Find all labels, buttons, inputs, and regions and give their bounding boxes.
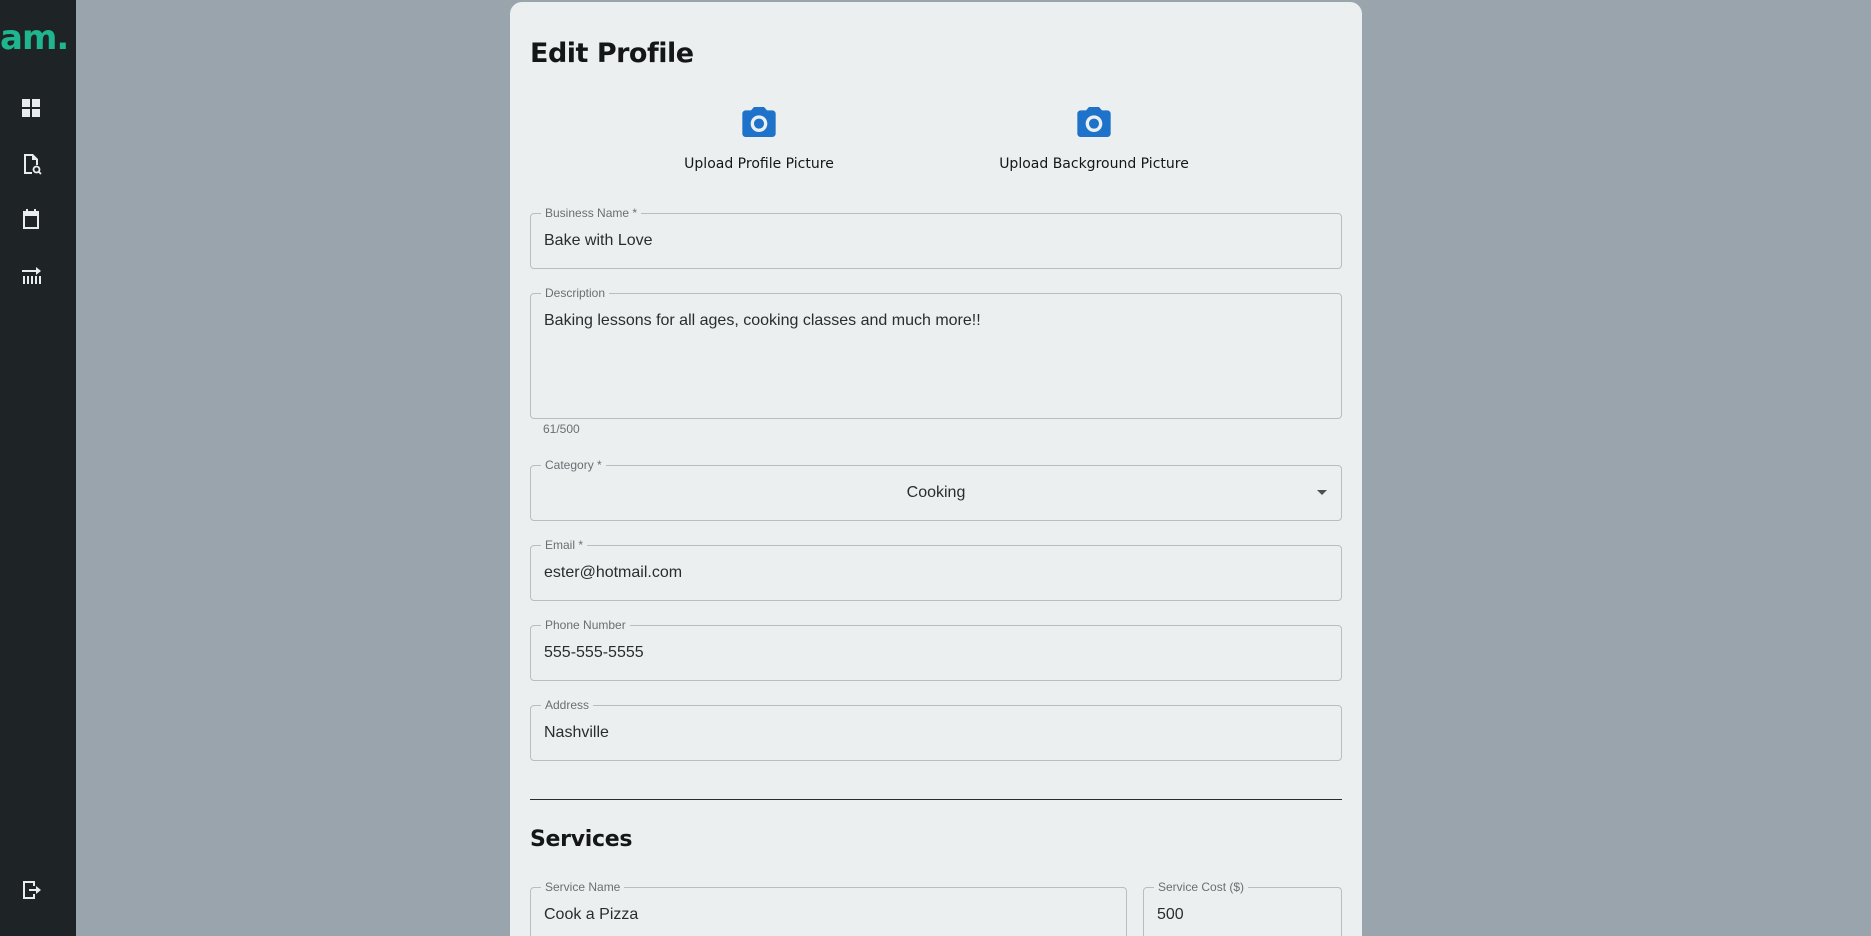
description-char-counter: 61/500	[543, 422, 580, 436]
business-name-value: Bake with Love	[544, 232, 653, 249]
service-cost-label: Service Cost ($)	[1154, 880, 1249, 894]
calendar-icon[interactable]	[19, 207, 43, 231]
upload-profile-label: Upload Profile Picture	[684, 156, 834, 172]
address-value: Nashville	[544, 724, 609, 741]
page-title: Edit Profile	[530, 38, 694, 69]
logout-icon[interactable]	[19, 878, 43, 902]
brand-logo[interactable]: am.	[0, 16, 76, 60]
address-label: Address	[541, 698, 594, 712]
address-field[interactable]: Address Nashville	[530, 698, 1342, 761]
upload-background-picture-button[interactable]: Upload Background Picture	[974, 102, 1214, 172]
phone-number-label: Phone Number	[541, 618, 630, 632]
camera-icon	[1077, 107, 1111, 137]
service-cost-field[interactable]: Service Cost ($) 500	[1143, 880, 1342, 936]
upload-background-label: Upload Background Picture	[999, 156, 1189, 172]
business-name-field[interactable]: Business Name * Bake with Love	[530, 206, 1342, 269]
dashboard-icon[interactable]	[19, 96, 43, 120]
category-label: Category *	[541, 458, 606, 472]
service-name-label: Service Name	[541, 880, 625, 894]
phone-number-value: 555-555-5555	[544, 644, 644, 661]
services-title: Services	[530, 827, 633, 852]
email-value: ester@hotmail.com	[544, 564, 683, 581]
camera-icon	[742, 107, 776, 137]
email-label: Email *	[541, 538, 588, 552]
category-value: Cooking	[906, 484, 966, 501]
edit-profile-card: Edit Profile Upload Profile Picture Uplo…	[510, 2, 1362, 936]
chevron-down-icon[interactable]	[1317, 490, 1327, 495]
timeline-icon[interactable]	[19, 263, 43, 287]
document-search-icon[interactable]	[19, 152, 43, 176]
phone-number-field[interactable]: Phone Number 555-555-5555	[530, 618, 1342, 681]
business-name-label: Business Name *	[541, 206, 642, 220]
description-value: Baking lessons for all ages, cooking cla…	[544, 312, 981, 329]
email-field[interactable]: Email * ester@hotmail.com	[530, 538, 1342, 601]
service-cost-value: 500	[1157, 906, 1184, 923]
upload-profile-picture-button[interactable]: Upload Profile Picture	[639, 102, 879, 172]
category-select[interactable]: Category * Cooking	[530, 458, 1342, 521]
description-label: Description	[541, 286, 610, 300]
service-name-value: Cook a Pizza	[544, 906, 639, 923]
section-divider	[530, 799, 1342, 800]
sidebar: am.	[0, 0, 76, 936]
description-field[interactable]: Description Baking lessons for all ages,…	[530, 286, 1342, 419]
service-name-field[interactable]: Service Name Cook a Pizza	[530, 880, 1127, 936]
